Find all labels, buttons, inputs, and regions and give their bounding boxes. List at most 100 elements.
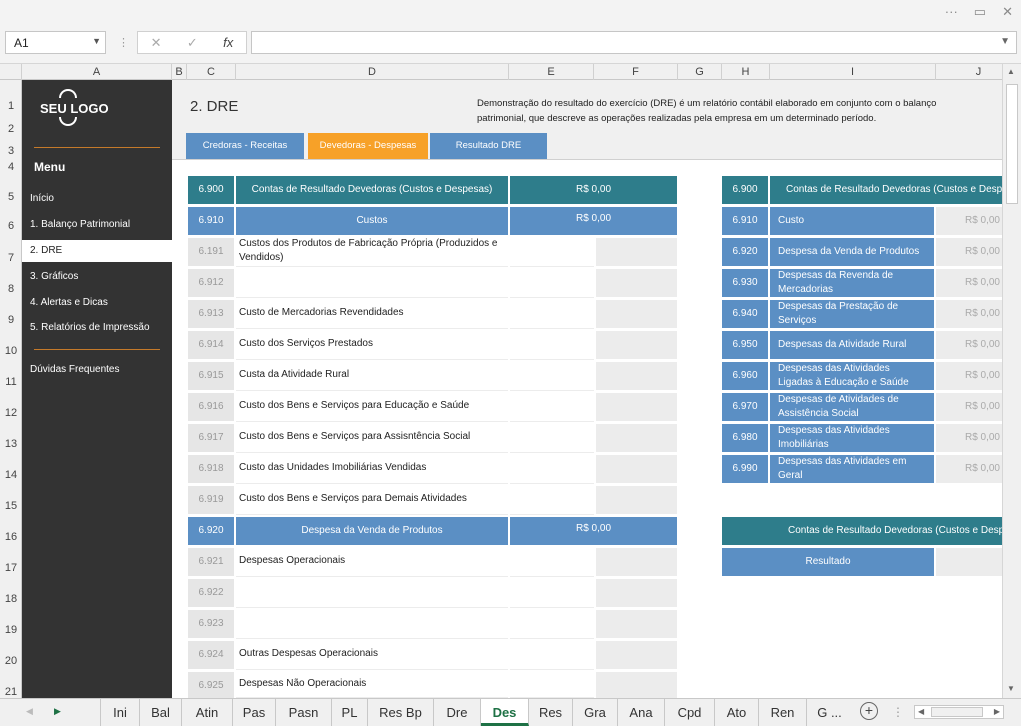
row-value-cell[interactable] <box>596 424 677 452</box>
row-header[interactable]: 15 <box>0 500 22 512</box>
close-icon[interactable]: ✕ <box>1002 4 1013 20</box>
row-header[interactable]: 13 <box>0 438 22 450</box>
row-header[interactable]: 16 <box>0 531 22 543</box>
row-label[interactable]: Outras Despesas Operacionais <box>236 639 508 670</box>
row-value-cell[interactable] <box>510 267 594 298</box>
menu-item-dre[interactable]: 2. DRE <box>22 240 172 262</box>
row-label[interactable] <box>236 608 508 639</box>
summary-value[interactable] <box>936 548 1002 576</box>
row-value-cell[interactable] <box>510 484 594 515</box>
row-header[interactable]: 3 <box>0 145 22 157</box>
row-label[interactable]: Custo dos Bens e Serviços para Assisntên… <box>236 422 508 453</box>
row-value-cell[interactable] <box>510 329 594 360</box>
row-value-cell[interactable] <box>596 269 677 297</box>
add-sheet-icon[interactable]: + <box>860 702 878 720</box>
scroll-left-icon[interactable]: ◀ <box>918 707 924 716</box>
check-icon[interactable]: ✓ <box>187 35 198 51</box>
row-label[interactable]: Despesas Operacionais <box>236 546 508 577</box>
row-value-cell[interactable] <box>510 298 594 329</box>
row-value-cell[interactable] <box>596 548 677 576</box>
row-value-cell[interactable] <box>510 608 594 639</box>
menu-item-relatorios[interactable]: 5. Relatórios de Impressão <box>22 317 172 339</box>
tab-resultado-dre[interactable]: Resultado DRE <box>430 133 547 159</box>
column-header[interactable]: H <box>722 64 770 80</box>
scroll-up-icon[interactable]: ▲ <box>1007 67 1015 76</box>
scrollbar-thumb[interactable] <box>1006 84 1018 204</box>
row-header[interactable]: 10 <box>0 345 22 357</box>
right-row-value[interactable]: R$ 0,00 <box>936 269 1002 297</box>
row-value-cell[interactable] <box>510 236 594 267</box>
scroll-right-icon[interactable]: ▶ <box>994 707 1000 716</box>
row-header[interactable]: 1 <box>0 100 22 112</box>
row-header[interactable]: 7 <box>0 252 22 264</box>
row-header[interactable]: 20 <box>0 655 22 667</box>
select-all-corner[interactable] <box>0 64 22 80</box>
right-row-value[interactable]: R$ 0,00 <box>936 300 1002 328</box>
row-value-cell[interactable] <box>596 393 677 421</box>
row-value-cell[interactable] <box>596 300 677 328</box>
column-header[interactable]: F <box>594 64 678 80</box>
horizontal-scrollbar[interactable]: ◀ ▶ <box>914 705 1004 719</box>
menu-item-graficos[interactable]: 3. Gráficos <box>22 266 172 288</box>
expand-icon[interactable]: ▼ <box>1000 36 1010 47</box>
vertical-scrollbar[interactable]: ▲ ▼ <box>1002 64 1021 698</box>
row-label[interactable] <box>236 267 508 298</box>
right-row-value[interactable]: R$ 0,00 <box>936 238 1002 266</box>
sheet-tab[interactable]: Ato <box>715 699 759 726</box>
row-header[interactable]: 11 <box>0 376 22 388</box>
cancel-icon[interactable]: ✕ <box>151 35 162 51</box>
row-value-cell[interactable] <box>510 670 594 698</box>
row-value-cell[interactable] <box>510 453 594 484</box>
menu-item-faq[interactable]: Dúvidas Frequentes <box>22 359 172 381</box>
sheet-tab[interactable]: Gra <box>573 699 618 726</box>
sheet-tab[interactable]: Pasn <box>276 699 332 726</box>
sheet-tab[interactable]: Cpd <box>665 699 715 726</box>
row-header[interactable]: 12 <box>0 407 22 419</box>
column-header[interactable]: C <box>187 64 236 80</box>
row-value-cell[interactable] <box>596 331 677 359</box>
row-header[interactable]: 18 <box>0 593 22 605</box>
row-value-cell[interactable] <box>510 391 594 422</box>
sheet-tab[interactable]: Res <box>529 699 573 726</box>
prev-sheet-icon[interactable]: ◀ <box>26 706 33 717</box>
row-header[interactable]: 21 <box>0 686 22 698</box>
sheet-tab[interactable]: Pas <box>233 699 276 726</box>
row-value-cell[interactable] <box>510 360 594 391</box>
row-value-cell[interactable] <box>596 610 677 638</box>
column-header[interactable]: I <box>770 64 936 80</box>
row-label[interactable]: Custos dos Produtos de Fabricação Própri… <box>236 236 508 267</box>
row-value-cell[interactable] <box>596 641 677 669</box>
row-header[interactable]: 4 <box>0 161 22 173</box>
hscroll-thumb[interactable] <box>931 707 983 717</box>
tab-devedoras-despesas[interactable]: Devedoras - Despesas <box>308 133 428 159</box>
right-row-value[interactable]: R$ 0,00 <box>936 455 1002 483</box>
menu-item-inicio[interactable]: Início <box>22 188 172 210</box>
row-value-cell[interactable] <box>510 577 594 608</box>
more-options-icon[interactable]: ··· <box>945 4 958 20</box>
row-value-cell[interactable] <box>596 579 677 607</box>
row-header[interactable]: 6 <box>0 220 22 232</box>
row-header[interactable]: 5 <box>0 191 22 203</box>
row-header[interactable]: 8 <box>0 283 22 295</box>
sheet-tab-active[interactable]: Des <box>481 699 529 726</box>
sheet-tab[interactable]: Ana <box>618 699 665 726</box>
menu-item-alertas[interactable]: 4. Alertas e Dicas <box>22 292 172 314</box>
row-value-cell[interactable] <box>596 362 677 390</box>
column-header[interactable]: D <box>236 64 509 80</box>
right-row-value[interactable]: R$ 0,00 <box>936 424 1002 452</box>
row-label[interactable]: Custo dos Serviços Prestados <box>236 329 508 360</box>
sheet-tab[interactable]: Bal <box>140 699 182 726</box>
row-value-cell[interactable] <box>596 486 677 514</box>
name-box[interactable]: A1 ▼ <box>5 31 106 54</box>
right-row-value[interactable]: R$ 0,00 <box>936 362 1002 390</box>
row-value-cell[interactable] <box>596 672 677 698</box>
row-label[interactable]: Custo dos Bens e Serviços para Educação … <box>236 391 508 422</box>
sheet-tab[interactable]: PL <box>332 699 368 726</box>
chevron-down-icon[interactable]: ▼ <box>92 36 101 46</box>
right-row-value[interactable]: R$ 0,00 <box>936 331 1002 359</box>
row-value-cell[interactable] <box>596 455 677 483</box>
row-header[interactable]: 19 <box>0 624 22 636</box>
row-value-cell[interactable] <box>596 238 677 266</box>
column-header[interactable]: B <box>172 64 187 80</box>
sheet-tab[interactable]: Res Bp <box>368 699 434 726</box>
